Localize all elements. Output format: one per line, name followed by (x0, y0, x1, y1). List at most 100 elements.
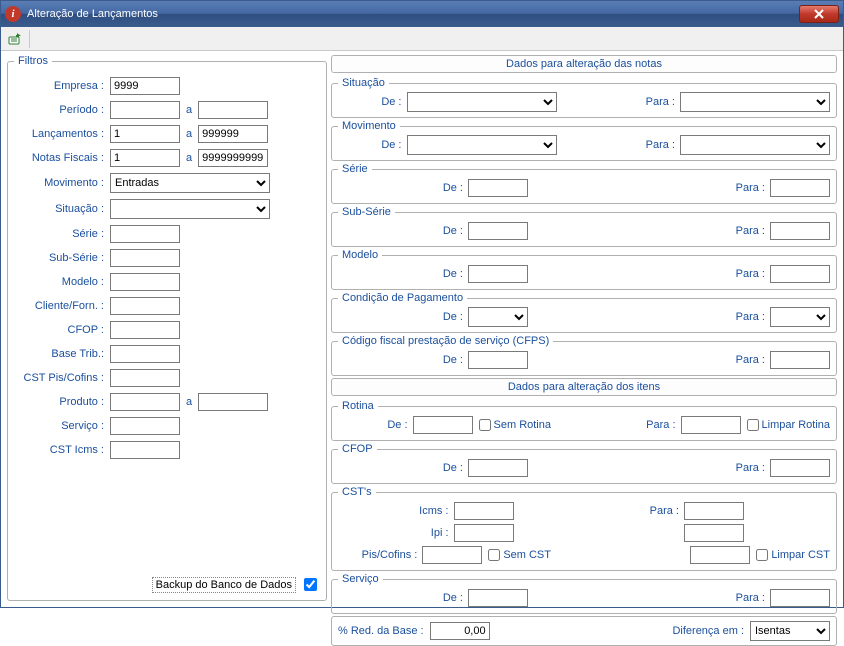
label-subserie-de: De : (338, 225, 468, 237)
label-condpag-de: De : (338, 311, 468, 323)
select-sit-para[interactable] (680, 92, 830, 112)
toolbar-separator (29, 30, 30, 48)
label-situacao: Situação : (14, 203, 110, 215)
input-serie-de[interactable] (468, 179, 528, 197)
input-cfopitem-para[interactable] (770, 459, 830, 477)
input-basetrib[interactable] (110, 345, 180, 363)
label-lanc: Lançamentos : (14, 128, 110, 140)
select-mov-para[interactable] (680, 135, 830, 155)
label-rotina-de: De : (338, 419, 413, 431)
input-pis-para[interactable] (690, 546, 750, 564)
label-periodo: Período : (14, 104, 110, 116)
label-cfps-para: Para : (710, 354, 770, 366)
label-cfopitem-para: Para : (710, 462, 770, 474)
group-cfop-item: CFOP De : Para : (331, 443, 837, 484)
select-sit-de[interactable] (407, 92, 557, 112)
input-subserie-para[interactable] (770, 222, 830, 240)
select-movimento[interactable]: Entradas (110, 173, 270, 193)
label-serie: Série : (14, 228, 110, 240)
checkbox-backup[interactable] (304, 578, 317, 591)
execute-icon (7, 31, 23, 47)
app-icon: i (5, 6, 21, 22)
input-rotina-para[interactable] (681, 416, 741, 434)
input-periodo-from[interactable] (110, 101, 180, 119)
input-ipi-para[interactable] (684, 524, 744, 542)
input-icms-para[interactable] (684, 502, 744, 520)
label-serie-de: De : (338, 182, 468, 194)
window-title: Alteração de Lançamentos (27, 8, 799, 20)
input-nf-from[interactable] (110, 149, 180, 167)
label-ipi: Ipi : (338, 527, 454, 539)
input-modelo-para[interactable] (770, 265, 830, 283)
label-mov-para: Para : (620, 139, 680, 151)
group-subserie: Sub-Série De : Para : (331, 206, 837, 247)
input-cfps-para[interactable] (770, 351, 830, 369)
legend-modelo: Modelo (338, 249, 382, 261)
group-csts: CST's Icms : Para : Ipi : (331, 486, 837, 571)
input-periodo-to[interactable] (198, 101, 268, 119)
input-cfps-de[interactable] (468, 351, 528, 369)
legend-cfps: Código fiscal prestação de serviço (CFPS… (338, 335, 553, 347)
filters-legend: Filtros (14, 55, 52, 67)
label-icms: Icms : (338, 505, 454, 517)
input-rotina-de[interactable] (413, 416, 473, 434)
row-empresa: Empresa : (14, 77, 320, 95)
row-cstpis: CST Pis/Cofins : (14, 369, 320, 387)
input-serie-para[interactable] (770, 179, 830, 197)
input-ipi-de[interactable] (454, 524, 514, 542)
row-lanc: Lançamentos : a (14, 125, 320, 143)
checkbox-sem-cst[interactable] (488, 549, 500, 561)
close-button[interactable] (799, 5, 839, 23)
input-servitem-para[interactable] (770, 589, 830, 607)
input-servico[interactable] (110, 417, 180, 435)
checkbox-limpar-rotina[interactable] (747, 419, 759, 431)
input-produto-from[interactable] (110, 393, 180, 411)
checkbox-limpar-cst[interactable] (756, 549, 768, 561)
group-serie: Série De : Para : (331, 163, 837, 204)
titlebar: i Alteração de Lançamentos (1, 1, 843, 27)
header-itens: Dados para alteração dos itens (331, 378, 837, 396)
input-icms-de[interactable] (454, 502, 514, 520)
label-sem-rotina: Sem Rotina (494, 419, 551, 431)
label-cfopitem-de: De : (338, 462, 468, 474)
input-servitem-de[interactable] (468, 589, 528, 607)
input-subserie[interactable] (110, 249, 180, 267)
select-mov-de[interactable] (407, 135, 557, 155)
input-cfopitem-de[interactable] (468, 459, 528, 477)
input-lanc-to[interactable] (198, 125, 268, 143)
select-situacao[interactable] (110, 199, 270, 219)
input-csticms[interactable] (110, 441, 180, 459)
input-cfop[interactable] (110, 321, 180, 339)
group-situacao: Situação De : Para : (331, 77, 837, 118)
toolbar-execute-button[interactable] (5, 29, 25, 49)
group-cfps: Código fiscal prestação de serviço (CFPS… (331, 335, 837, 376)
input-cstpis[interactable] (110, 369, 180, 387)
input-cliente[interactable] (110, 297, 180, 315)
row-movimento: Movimento : Entradas (14, 173, 320, 193)
select-condpag-para[interactable] (770, 307, 830, 327)
select-condpag-de[interactable] (468, 307, 528, 327)
row-servico: Serviço : (14, 417, 320, 435)
label-mov-de: De : (338, 139, 407, 151)
row-subserie: Sub-Série : (14, 249, 320, 267)
row-backup: Backup do Banco de Dados (152, 575, 320, 594)
checkbox-sem-rotina[interactable] (479, 419, 491, 431)
group-movimento: Movimento De : Para : (331, 120, 837, 161)
label-sem-cst: Sem CST (503, 549, 551, 561)
label-cliente: Cliente/Forn. : (14, 300, 110, 312)
input-produto-to[interactable] (198, 393, 268, 411)
input-empresa[interactable] (110, 77, 180, 95)
input-lanc-from[interactable] (110, 125, 180, 143)
input-serie[interactable] (110, 225, 180, 243)
input-modelo[interactable] (110, 273, 180, 291)
label-produto: Produto : (14, 396, 110, 408)
input-pis-de[interactable] (422, 546, 482, 564)
label-serie-para: Para : (710, 182, 770, 194)
input-nf-to[interactable] (198, 149, 268, 167)
app-window: i Alteração de Lançamentos Filtros Empre… (0, 0, 844, 608)
select-diferenca[interactable]: Isentas (750, 621, 830, 641)
input-redbase[interactable] (430, 622, 490, 640)
input-subserie-de[interactable] (468, 222, 528, 240)
input-modelo-de[interactable] (468, 265, 528, 283)
label-modelo: Modelo : (14, 276, 110, 288)
